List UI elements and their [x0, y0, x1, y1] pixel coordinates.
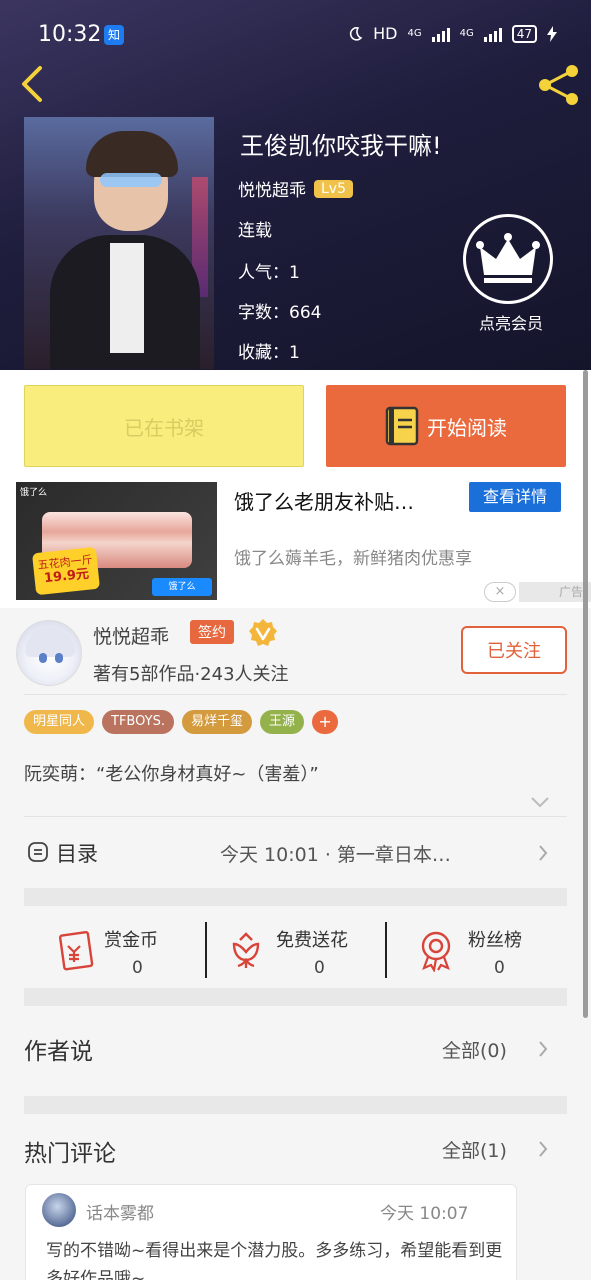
ad-price-line2: 19.9元: [43, 566, 90, 587]
signal-icon: [431, 26, 450, 42]
zhihu-app-icon: 知: [104, 25, 124, 45]
favorites-label: 收藏：: [238, 343, 289, 363]
book-icon: [385, 406, 419, 446]
commenter-avatar[interactable]: [42, 1193, 76, 1227]
author-section: 悦悦超乖 签约 著有5部作品·243人关注 已关注 明星同人 TFBOYS. 易…: [0, 608, 591, 1280]
toc-label: 目录: [56, 842, 98, 866]
ad-image[interactable]: 饿了么 五花肉一斤 19.9元 饿了么: [16, 482, 217, 600]
share-icon[interactable]: [536, 62, 582, 108]
tag-chip[interactable]: 明星同人: [24, 710, 95, 734]
ad-banner[interactable]: 饿了么 五花肉一斤 19.9元 饿了么 饿了么老朋友补贴… 查看详情 饿了么薅羊…: [0, 482, 591, 608]
support-divider: [385, 922, 387, 978]
redpacket-icon: [58, 930, 94, 971]
chevron-right-icon[interactable]: [538, 1040, 548, 1058]
author-level-badge: Lv5: [314, 179, 353, 198]
add-tag-button[interactable]: +: [312, 710, 339, 734]
toc-latest-chapter: 今天 10:01 · 第一章日本…: [220, 844, 451, 866]
book-favorites: 收藏：1: [238, 338, 300, 363]
verified-v-icon: [249, 619, 277, 646]
in-bookshelf-button[interactable]: 已在书架: [24, 385, 304, 467]
chevron-down-icon[interactable]: [530, 796, 550, 808]
book-status: 连载: [238, 221, 272, 241]
popularity-value: 1: [289, 263, 300, 283]
book-intro: 阮奕萌：“老公你身材真好~（害羞）”: [24, 764, 319, 785]
author-stats: 著有5部作品·243人关注: [93, 664, 289, 685]
send-flower-value: 0: [314, 958, 325, 978]
fan-ranking-label: 粉丝榜: [468, 930, 522, 951]
commenter-name[interactable]: 话本雾都: [86, 1199, 154, 1224]
send-flower-label: 免费送花: [276, 930, 348, 951]
comment-card[interactable]: 话本雾都 今天 10:07 写的不错呦~看得出来是个潜力股。多多练习，希望能看到…: [25, 1184, 517, 1280]
words-value: 664: [289, 303, 322, 323]
book-cover-image: [24, 117, 214, 369]
tag-chip[interactable]: 王源: [260, 710, 305, 734]
start-reading-label: 开始阅读: [427, 415, 507, 440]
author-says-title: 作者说: [24, 1039, 93, 1065]
divider: [24, 816, 567, 817]
section-separator: [24, 888, 567, 906]
ad-title[interactable]: 饿了么老朋友补贴…: [234, 486, 414, 515]
author-name[interactable]: 悦悦超乖: [93, 622, 169, 649]
signal-icon-2: [483, 26, 502, 42]
battery-icon: 47: [511, 24, 537, 43]
section-separator: [24, 988, 567, 1006]
vip-crown-button[interactable]: [463, 214, 553, 304]
back-arrow-icon[interactable]: [16, 64, 52, 104]
ad-tag: 广告: [519, 582, 591, 602]
network-1: 4G: [407, 28, 422, 39]
status-indicators: HD 4G 4G 47: [347, 24, 557, 43]
book-popularity: 人气：1: [238, 258, 300, 283]
comment-text: 写的不错呦~看得出来是个潜力股。多多练习，希望能看到更多好作品哦~: [46, 1241, 503, 1280]
section-separator: [24, 1096, 567, 1114]
scrollbar[interactable]: [583, 370, 588, 1018]
vip-label[interactable]: 点亮会员: [466, 310, 556, 334]
toc-icon: [28, 842, 48, 862]
ad-detail-button[interactable]: 查看详情: [469, 482, 561, 512]
book-author[interactable]: 悦悦超乖: [238, 176, 306, 201]
crown-icon: [476, 233, 540, 283]
comment-time: 今天 10:07: [380, 1204, 469, 1224]
table-of-contents-row[interactable]: 目录 今天 10:01 · 第一章日本…: [24, 818, 567, 888]
ad-price-burst: 五花肉一斤 19.9元: [31, 546, 101, 596]
book-detail-screen: 10:32 知 HD 4G 4G 47 王俊凯你咬我干嘛! 悦悦超乖 Lv5 连…: [0, 0, 591, 1280]
moon-icon: [350, 26, 363, 41]
fan-ranking-value: 0: [494, 958, 505, 978]
popularity-label: 人气：: [238, 263, 289, 283]
network-2: 4G: [459, 28, 474, 39]
book-word-count: 字数：664: [238, 298, 321, 323]
reward-coins-value: 0: [132, 958, 143, 978]
ad-image-brand: 饿了么: [20, 488, 48, 498]
status-time: 10:32: [38, 22, 102, 47]
charging-icon: [547, 25, 557, 42]
flower-icon: [232, 932, 260, 968]
hd-indicator: HD: [373, 24, 398, 43]
tag-chip[interactable]: 易烊千玺: [181, 710, 252, 734]
ad-description: 饿了么薅羊毛，新鲜猪肉优惠享: [234, 549, 472, 569]
divider: [24, 694, 567, 695]
author-says-more[interactable]: 全部(0): [442, 1036, 507, 1063]
book-actions: 已在书架 开始阅读: [0, 370, 591, 482]
tag-list: 明星同人 TFBOYS. 易烊千玺 王源 +: [24, 710, 339, 734]
book-author-line: 悦悦超乖 Lv5: [238, 176, 353, 201]
chevron-right-icon: [539, 845, 548, 861]
chevron-right-icon[interactable]: [538, 1140, 548, 1158]
reward-coins-label: 赏金币: [104, 930, 158, 951]
ad-close-button[interactable]: ×: [484, 582, 516, 602]
hot-comments-title: 热门评论: [24, 1141, 116, 1167]
signed-badge: 签约: [190, 620, 234, 644]
ad-image-button: 饿了么: [152, 578, 212, 596]
medal-icon: [421, 931, 451, 972]
hot-comments-more[interactable]: 全部(1): [442, 1136, 507, 1163]
support-divider: [205, 922, 207, 978]
tag-chip[interactable]: TFBOYS.: [102, 710, 174, 734]
favorites-value: 1: [289, 343, 300, 363]
book-title: 王俊凯你咬我干嘛!: [240, 132, 442, 160]
status-bar: 10:32 知 HD 4G 4G 47: [0, 0, 591, 56]
words-label: 字数：: [238, 303, 289, 323]
book-header: 10:32 知 HD 4G 4G 47 王俊凯你咬我干嘛! 悦悦超乖 Lv5 连…: [0, 0, 591, 370]
following-button[interactable]: 已关注: [461, 626, 567, 674]
start-reading-button[interactable]: 开始阅读: [326, 385, 566, 467]
author-avatar[interactable]: [16, 620, 82, 686]
